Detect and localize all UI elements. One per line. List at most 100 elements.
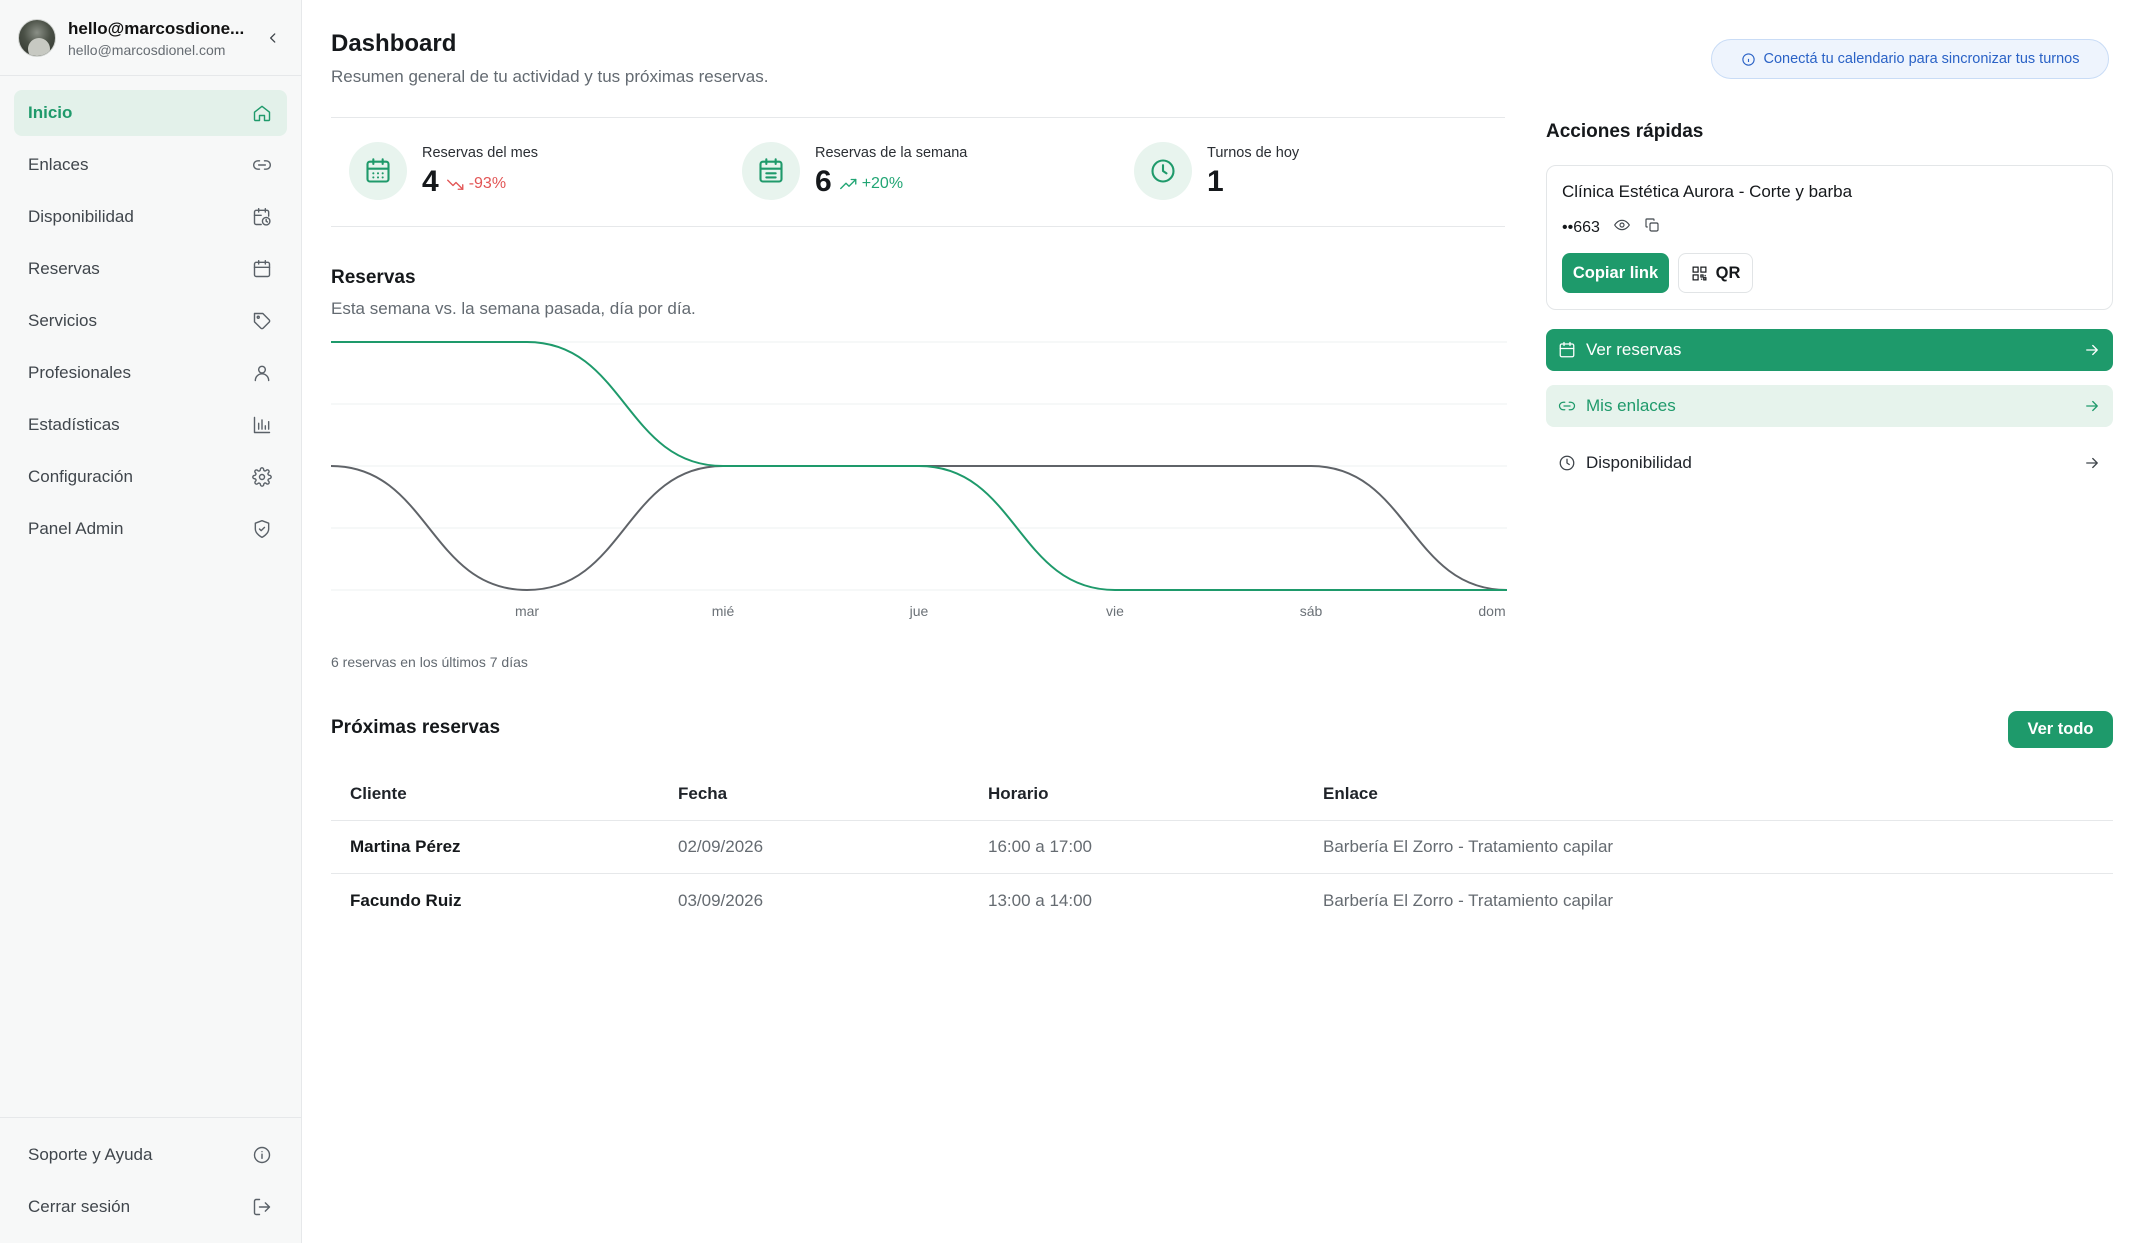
disponibilidad-link[interactable]: Disponibilidad	[1546, 442, 2113, 484]
sidebar-item-enlaces[interactable]: Enlaces	[14, 142, 287, 188]
calendar-icon	[1559, 341, 1575, 358]
sidebar-item-cerrar-sesion[interactable]: Cerrar sesión	[14, 1184, 287, 1230]
column-header: Horario	[988, 784, 1049, 803]
ver-reservas-link[interactable]: Ver reservas	[1546, 329, 2113, 371]
sidebar-item-label: Enlaces	[28, 155, 89, 174]
masked-code: ••663	[1562, 218, 1600, 236]
user-name: hello@marcosdione...	[68, 18, 245, 38]
sidebar-item-reservas[interactable]: Reservas	[14, 246, 287, 292]
arrow-right-icon	[2086, 457, 2098, 469]
copy-link-button[interactable]: Copiar link	[1562, 253, 1669, 293]
cell-fecha: 02/09/2026	[678, 837, 764, 856]
eye-icon[interactable]	[1614, 217, 1630, 238]
page-title: Dashboard	[331, 30, 457, 57]
chart-x-tick-label: vie	[1106, 603, 1124, 619]
calendar-grid-icon	[742, 142, 800, 200]
sidebar-item-label: Soporte y Ayuda	[28, 1145, 153, 1164]
stat-value: 1	[1207, 165, 1224, 198]
sidebar-item-label: Panel Admin	[28, 519, 124, 538]
stat-label: Reservas del mes	[422, 145, 539, 161]
table-row[interactable]: Martina Pérez 02/09/2026 16:00 a 17:00 B…	[331, 821, 2113, 874]
stat-turnos-hoy: Turnos de hoy 1	[1134, 142, 1299, 200]
sidebar-item-label: Inicio	[28, 103, 73, 122]
user-profile[interactable]: hello@marcosdione... hello@marcosdionel.…	[18, 17, 286, 59]
chart-subtitle: Esta semana vs. la semana pasada, día po…	[331, 299, 696, 318]
sidebar-item-estadisticas[interactable]: Estadísticas	[14, 402, 287, 448]
view-all-button[interactable]: Ver todo	[2008, 711, 2113, 748]
sidebar-item-inicio[interactable]: Inicio	[14, 90, 287, 136]
arrow-right-icon	[2086, 400, 2098, 412]
stat-reservas-mes: Reservas del mes 4 -93%	[349, 142, 538, 200]
chart-x-tick-label: sáb	[1300, 603, 1323, 619]
cell-horario: 16:00 a 17:00	[988, 837, 1092, 856]
stat-trend-value: -93%	[468, 175, 507, 192]
divider	[0, 75, 302, 76]
calendar-icon	[251, 258, 273, 280]
table-row[interactable]: Facundo Ruiz 03/09/2026 13:00 a 14:00 Ba…	[331, 874, 2113, 927]
connect-calendar-text: Conectá tu calendario para sincronizar t…	[1763, 51, 2080, 67]
clock-icon	[1134, 142, 1192, 200]
chart-x-tick-label: dom	[1478, 603, 1505, 619]
mis-enlaces-link[interactable]: Mis enlaces	[1546, 385, 2113, 427]
sidebar-item-label: Configuración	[28, 467, 133, 486]
chart-x-tick-label: mié	[712, 603, 735, 619]
stat-trend: -93%	[446, 175, 507, 193]
chart-title: Reservas	[331, 267, 416, 288]
sidebar-item-disponibilidad[interactable]: Disponibilidad	[14, 194, 287, 240]
collapse-sidebar-button[interactable]	[262, 27, 284, 49]
sidebar-item-soporte[interactable]: Soporte y Ayuda	[14, 1132, 287, 1178]
sidebar-item-profesionales[interactable]: Profesionales	[14, 350, 287, 396]
stat-trend-value: +20%	[861, 175, 904, 192]
stat-label: Reservas de la semana	[815, 145, 968, 161]
clock-icon	[1559, 455, 1575, 471]
qr-code-icon	[1692, 266, 1707, 280]
stat-value: 4	[422, 165, 439, 198]
cell-cliente: Facundo Ruiz	[350, 890, 462, 910]
reservas-line-chart: mar mié jue vie sáb dom	[331, 341, 1507, 619]
calendar-clock-icon	[251, 206, 273, 228]
stat-value: 6	[815, 165, 832, 198]
chart-x-tick-label: mar	[515, 603, 539, 619]
column-header: Enlace	[1323, 784, 1378, 803]
qr-button[interactable]: QR	[1678, 253, 1753, 293]
copy-icon[interactable]	[1644, 217, 1660, 238]
chart-x-tick-label: jue	[909, 603, 929, 619]
sidebar: hello@marcosdione... hello@marcosdionel.…	[0, 0, 302, 1243]
trending-up-icon	[839, 178, 857, 190]
main-content: Dashboard Resumen general de tu activida…	[302, 0, 2133, 1243]
cell-horario: 13:00 a 14:00	[988, 890, 1092, 910]
quick-actions-title: Acciones rápidas	[1546, 121, 1704, 142]
booking-link-card: Clínica Estética Aurora - Corte y barba …	[1546, 165, 2113, 310]
home-icon	[251, 102, 273, 124]
bar-chart-icon	[251, 414, 273, 436]
sidebar-item-label: Estadísticas	[28, 415, 120, 434]
logout-icon	[251, 1196, 273, 1218]
upcoming-table: Cliente Fecha Horario Enlace Martina Pér…	[331, 768, 2113, 927]
chevron-left-icon	[270, 33, 276, 43]
sidebar-item-label: Servicios	[28, 311, 97, 330]
cell-cliente: Martina Pérez	[350, 837, 461, 856]
cell-enlace: Barbería El Zorro - Tratamiento capilar	[1323, 890, 1614, 910]
sidebar-item-configuracion[interactable]: Configuración	[14, 454, 287, 500]
gear-icon	[251, 466, 273, 488]
sidebar-bottom-nav: Soporte y Ayuda Cerrar sesión	[14, 1132, 287, 1236]
sidebar-item-label: Reservas	[28, 259, 100, 278]
cell-fecha: 03/09/2026	[678, 890, 764, 910]
info-icon	[251, 1144, 273, 1166]
connect-calendar-banner[interactable]: Conectá tu calendario para sincronizar t…	[1711, 39, 2109, 79]
calendar-grid-icon	[349, 142, 407, 200]
sidebar-item-label: Disponibilidad	[28, 207, 134, 226]
divider	[0, 1117, 302, 1118]
booking-link-title: Clínica Estética Aurora - Corte y barba	[1562, 182, 1853, 201]
link-label: Ver reservas	[1586, 340, 1682, 359]
page-subtitle: Resumen general de tu actividad y tus pr…	[331, 67, 769, 86]
info-icon	[1741, 52, 1755, 66]
link-label: Disponibilidad	[1586, 453, 1692, 472]
stat-trend: +20%	[839, 175, 904, 193]
stats-row: Reservas del mes 4 -93% Reservas de la s…	[331, 117, 1505, 227]
sidebar-item-panel-admin[interactable]: Panel Admin	[14, 506, 287, 552]
sidebar-nav: Inicio Enlaces Disponibilidad Reservas S…	[14, 90, 287, 558]
trending-down-icon	[446, 179, 464, 190]
sidebar-item-servicios[interactable]: Servicios	[14, 298, 287, 344]
cell-enlace: Barbería El Zorro - Tratamiento capilar	[1323, 837, 1614, 856]
